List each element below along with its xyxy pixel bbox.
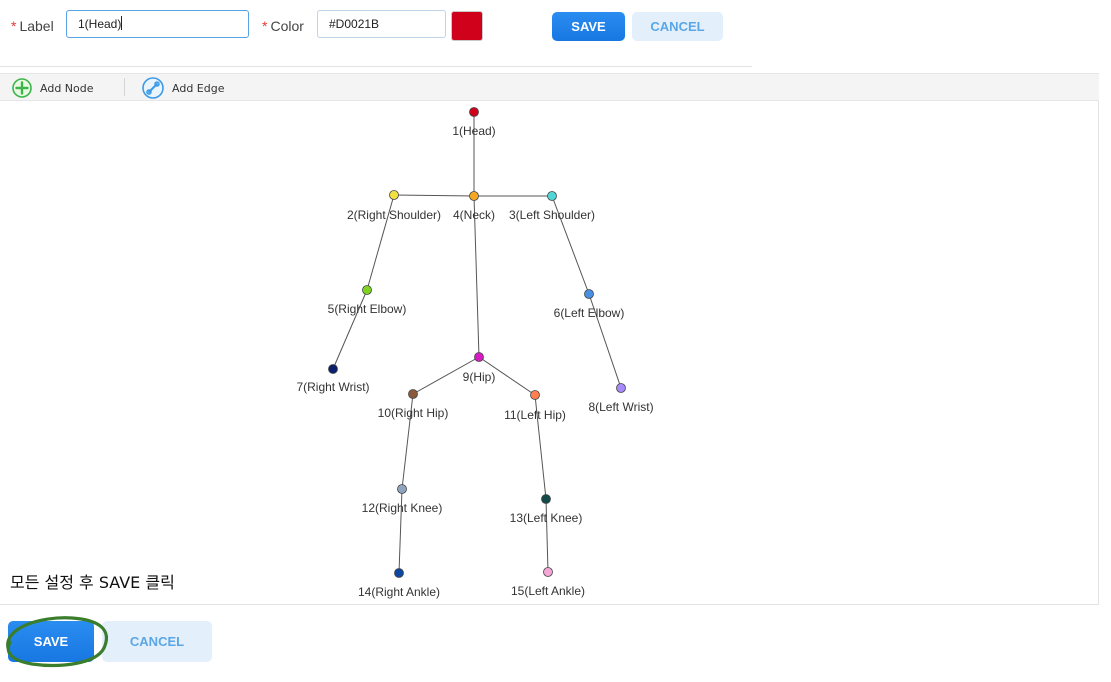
graph-node-label-2: 2(Right Shoulder) [347,208,441,222]
graph-node-4[interactable] [469,191,479,201]
color-field-label: * Color [262,18,304,34]
graph-edge-2-4[interactable] [393,194,475,197]
graph-node-14[interactable] [394,568,404,578]
graph-node-label-12: 12(Right Knee) [362,501,443,515]
graph-node-6[interactable] [584,289,594,299]
label-field-label: * Label [11,18,54,34]
color-input[interactable]: #D0021B [317,10,446,38]
graph-node-3[interactable] [547,191,557,201]
graph-node-1[interactable] [469,107,479,117]
text-caret [121,16,123,30]
graph-node-15[interactable] [543,567,553,577]
required-marker: * [262,18,268,34]
footer-cancel-button[interactable]: CANCEL [102,621,212,662]
graph-node-label-14: 14(Right Ankle) [358,585,440,599]
color-swatch[interactable] [451,11,483,41]
graph-node-label-5: 5(Right Elbow) [328,302,407,316]
add-edge-icon [142,77,164,99]
graph-toolbar: Add Node Add Edge [0,73,1099,101]
add-node-icon [12,78,32,98]
required-marker: * [11,18,17,34]
graph-node-2[interactable] [389,190,399,200]
footer-save-button[interactable]: SAVE [8,621,94,662]
toolbar-divider [124,78,125,96]
node-edit-form: * Label 1(Head) * Color #D0021B SAVE CANCE… [0,0,752,67]
graph-node-label-11: 11(Left Hip) [504,408,566,422]
graph-node-label-6: 6(Left Elbow) [554,306,625,320]
graph-edge-13-15[interactable] [545,498,549,573]
graph-node-12[interactable] [397,484,407,494]
graph-node-label-10: 10(Right Hip) [378,406,449,420]
cancel-button[interactable]: CANCEL [632,12,723,41]
graph-node-label-13: 13(Left Knee) [510,511,583,525]
add-edge-tool[interactable]: Add Edge [142,76,224,100]
graph-node-label-7: 7(Right Wrist) [296,380,369,394]
graph-node-label-1: 1(Head) [452,124,495,138]
save-button[interactable]: SAVE [552,12,625,41]
graph-node-7[interactable] [328,364,338,374]
graph-node-label-3: 3(Left Shoulder) [509,208,595,222]
graph-node-label-9: 9(Hip) [463,370,496,384]
instruction-text: 모든 설정 후 SAVE 클릭 [10,573,175,592]
graph-node-8[interactable] [616,383,626,393]
graph-node-11[interactable] [530,390,540,400]
graph-node-label-8: 8(Left Wrist) [588,400,653,414]
label-input[interactable]: 1(Head) [66,10,249,38]
skeleton-graph-canvas[interactable]: 1(Head) 2(Right Shoulder) 3(Left Shoulder)… [0,101,1099,605]
graph-node-13[interactable] [541,494,551,504]
add-node-tool[interactable]: Add Node [12,76,94,100]
graph-node-label-4: 4(Neck) [453,208,495,222]
graph-node-9[interactable] [474,352,484,362]
graph-node-10[interactable] [408,389,418,399]
skeleton-graph[interactable]: 1(Head) 2(Right Shoulder) 3(Left Shoulder)… [0,101,1099,605]
graph-node-label-15: 15(Left Ankle) [511,584,585,598]
graph-node-5[interactable] [362,285,372,295]
